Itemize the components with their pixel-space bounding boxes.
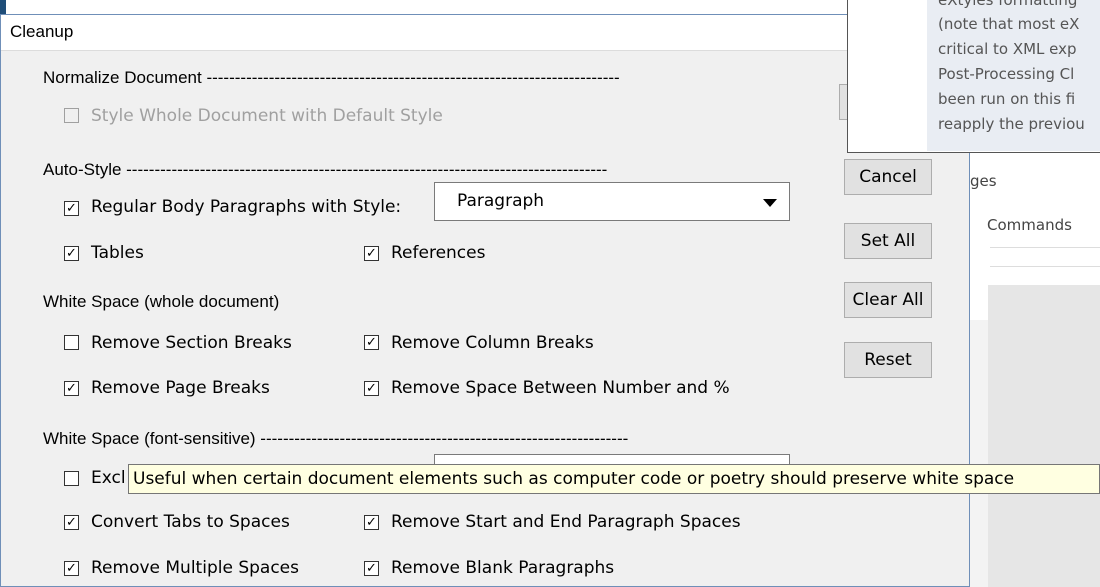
normalize-section-header: Normalize Document ---------------------… xyxy=(43,68,620,87)
remove-section-breaks-checkbox[interactable] xyxy=(64,335,79,350)
exclude-label: Excl xyxy=(91,468,126,488)
remove-page-breaks-label: Remove Page Breaks xyxy=(91,378,270,398)
style-whole-document-checkbox[interactable] xyxy=(64,108,79,123)
background-text-partial: ges xyxy=(970,172,997,190)
popup-line: been run on this fi xyxy=(938,90,1076,108)
remove-page-breaks-checkbox[interactable]: ✓ xyxy=(64,381,79,396)
references-label: References xyxy=(391,243,486,263)
whitespace-document-section-header: White Space (whole document) xyxy=(43,292,280,311)
popup-line: eXtyles formatting xyxy=(938,0,1078,9)
whitespace-font-section-header: White Space (font-sensitive) -----------… xyxy=(43,429,629,448)
popup-line: (note that most eX xyxy=(938,15,1080,33)
regular-body-paragraphs-checkbox[interactable]: ✓ xyxy=(64,201,79,216)
dialog-title: Cleanup xyxy=(10,22,74,41)
remove-start-end-spaces-label: Remove Start and End Paragraph Spaces xyxy=(391,512,741,532)
exclude-tooltip: Useful when certain document elements su… xyxy=(128,464,1100,494)
remove-column-breaks-checkbox[interactable]: ✓ xyxy=(364,335,379,350)
popup-line: Post-Processing Cl xyxy=(938,65,1075,83)
remove-space-number-percent-label: Remove Space Between Number and % xyxy=(391,378,730,398)
paragraph-style-value: Paragraph xyxy=(457,191,545,211)
popup-line: reapply the previou xyxy=(938,115,1085,133)
chevron-down-icon xyxy=(763,199,777,207)
remove-space-number-percent-checkbox[interactable]: ✓ xyxy=(364,381,379,396)
remove-multiple-spaces-checkbox[interactable]: ✓ xyxy=(64,561,79,576)
remove-column-breaks-label: Remove Column Breaks xyxy=(391,333,594,353)
style-whole-document-label: Style Whole Document with Default Style xyxy=(91,106,443,126)
remove-blank-paragraphs-label: Remove Blank Paragraphs xyxy=(391,558,615,578)
background-document-area xyxy=(988,285,1100,587)
set-all-button[interactable]: Set All xyxy=(844,223,932,259)
regular-body-paragraphs-label: Regular Body Paragraphs with Style: xyxy=(91,197,402,217)
popup-line: critical to XML exp xyxy=(938,40,1077,58)
remove-section-breaks-label: Remove Section Breaks xyxy=(91,333,292,353)
background-ruler xyxy=(990,247,1100,267)
remove-blank-paragraphs-checkbox[interactable]: ✓ xyxy=(364,561,379,576)
cancel-button[interactable]: Cancel xyxy=(844,159,932,195)
tables-label: Tables xyxy=(91,243,144,263)
tables-checkbox[interactable]: ✓ xyxy=(64,246,79,261)
clear-all-button[interactable]: Clear All xyxy=(844,282,932,318)
remove-start-end-spaces-checkbox[interactable]: ✓ xyxy=(364,515,379,530)
convert-tabs-label: Convert Tabs to Spaces xyxy=(91,512,290,532)
background-commands-label: Commands xyxy=(987,216,1072,234)
references-checkbox[interactable]: ✓ xyxy=(364,246,379,261)
dialog-titlebar: Cleanup xyxy=(1,15,969,51)
cleanup-dialog: Cleanup Normalize Document -------------… xyxy=(0,14,970,587)
background-info-popup: eXtyles formatting (note that most eX cr… xyxy=(847,0,1100,153)
reset-button[interactable]: Reset xyxy=(844,342,932,378)
convert-tabs-checkbox[interactable]: ✓ xyxy=(64,515,79,530)
autostyle-section-header: Auto-Style -----------------------------… xyxy=(43,160,608,179)
exclude-checkbox[interactable] xyxy=(64,471,79,486)
remove-multiple-spaces-label: Remove Multiple Spaces xyxy=(91,558,299,578)
tooltip-text: Useful when certain document elements su… xyxy=(133,469,1015,489)
paragraph-style-dropdown[interactable]: Paragraph xyxy=(434,182,790,221)
